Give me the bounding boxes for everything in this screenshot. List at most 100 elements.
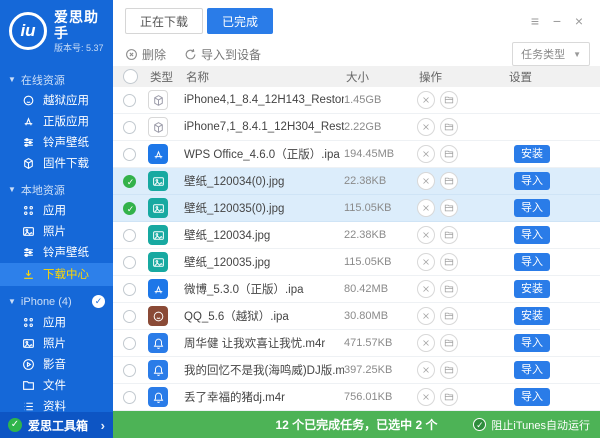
row-checkbox[interactable] xyxy=(123,229,136,242)
table-row[interactable]: 壁纸_120034(0).jpg 22.38KB 导入 xyxy=(113,168,600,195)
import-button[interactable]: 导入 xyxy=(514,388,550,406)
minimize-icon[interactable]: − xyxy=(546,11,568,31)
install-button[interactable]: 安装 xyxy=(514,145,550,163)
sidebar-item-device-media[interactable]: 影音 xyxy=(0,354,113,375)
import-button[interactable]: 导入 xyxy=(514,361,550,379)
import-button[interactable]: 导入 xyxy=(514,226,550,244)
delete-task-button[interactable] xyxy=(417,334,435,352)
open-folder-button[interactable] xyxy=(440,388,458,406)
file-name: 我的回忆不是我(海鸣威)DJ版.m4r xyxy=(184,362,344,378)
open-folder-button[interactable] xyxy=(440,199,458,217)
tab-completed[interactable]: 已完成 xyxy=(207,8,273,34)
open-folder-button[interactable] xyxy=(440,226,458,244)
row-checkbox[interactable] xyxy=(123,364,136,377)
table-row[interactable]: iPhone4,1_8.4_12H143_Restore.ipsw 1.45GB xyxy=(113,87,600,114)
task-type-dropdown[interactable]: 任务类型 ▼ xyxy=(512,42,590,66)
import-button[interactable]: 导入 xyxy=(514,172,550,190)
file-size: 2.22GB xyxy=(344,121,417,133)
table-row[interactable]: QQ_5.6（越狱）.ipa 30.80MB 安装 xyxy=(113,303,600,330)
table-row[interactable]: 周华健 让我欢喜让我忧.m4r 471.57KB 导入 xyxy=(113,330,600,357)
install-button[interactable]: 安装 xyxy=(514,307,550,325)
app-title: 爱思助手 xyxy=(54,9,105,41)
image-file-icon xyxy=(148,225,168,245)
open-folder-button[interactable] xyxy=(440,172,458,190)
sidebar-item-device-apps[interactable]: 应用 xyxy=(0,312,113,333)
row-checkbox[interactable] xyxy=(123,310,136,323)
import-button[interactable]: 导入 xyxy=(514,199,550,217)
delete-task-button[interactable] xyxy=(417,199,435,217)
row-checkbox[interactable] xyxy=(123,94,136,107)
sidebar-item-jailbreak-apps[interactable]: 越狱应用 xyxy=(0,90,113,111)
delete-button[interactable]: 删除 xyxy=(125,46,166,63)
row-checkbox[interactable] xyxy=(123,148,136,161)
sidebar-item-genuine-apps[interactable]: 正版应用 xyxy=(0,111,113,132)
row-checkbox[interactable] xyxy=(123,256,136,269)
bell-file-icon xyxy=(148,360,168,380)
status-bar: 12 个已完成任务，已选中 2 个 ✓ 阻止iTunes自动运行 xyxy=(113,411,600,438)
open-folder-button[interactable] xyxy=(440,361,458,379)
sidebar-section-header[interactable]: ▼ 在线资源 ✓ xyxy=(0,70,113,90)
sidebar-section-header[interactable]: ▼ iPhone (4) ✓ xyxy=(0,292,113,312)
header-operation: 操作 xyxy=(419,69,509,85)
install-button[interactable]: 安装 xyxy=(514,280,550,298)
delete-task-button[interactable] xyxy=(417,226,435,244)
sidebar-item-local-photos[interactable]: 照片 xyxy=(0,221,113,242)
table-row[interactable]: 我的回忆不是我(海鸣威)DJ版.m4r 397.25KB 导入 xyxy=(113,357,600,384)
block-itunes-toggle[interactable]: ✓ 阻止iTunes自动运行 xyxy=(473,417,600,433)
sidebar-item-device-files[interactable]: 文件 xyxy=(0,375,113,396)
file-name: 丢了幸福的猪dj.m4r xyxy=(184,389,344,405)
table-row[interactable]: 壁纸_120035.jpg 115.05KB 导入 xyxy=(113,249,600,276)
table-row[interactable]: WPS Office_4.6.0（正版）.ipa 194.45MB 安装 xyxy=(113,141,600,168)
open-folder-button[interactable] xyxy=(440,307,458,325)
table-row[interactable]: iPhone7,1_8.4.1_12H304_Restore.ipsw 2.22… xyxy=(113,114,600,141)
table-row[interactable]: 丢了幸福的猪dj.m4r 756.01KB 导入 xyxy=(113,384,600,411)
open-folder-button[interactable] xyxy=(440,280,458,298)
delete-task-button[interactable] xyxy=(417,172,435,190)
delete-task-button[interactable] xyxy=(417,145,435,163)
row-checkbox[interactable] xyxy=(123,283,136,296)
import-button[interactable]: 导入 xyxy=(514,334,550,352)
menu-icon[interactable]: ≡ xyxy=(524,11,546,31)
open-folder-button[interactable] xyxy=(440,253,458,271)
delete-task-button[interactable] xyxy=(417,91,435,109)
sidebar-item-ringtone-wallpaper[interactable]: 铃声壁纸 xyxy=(0,132,113,153)
delete-task-button[interactable] xyxy=(417,118,435,136)
delete-task-button[interactable] xyxy=(417,388,435,406)
delete-task-button[interactable] xyxy=(417,307,435,325)
open-folder-button[interactable] xyxy=(440,334,458,352)
table-row[interactable]: 壁纸_120035(0).jpg 115.05KB 导入 xyxy=(113,195,600,222)
sidebar-section-header[interactable]: ▼ 本地资源 ✓ xyxy=(0,180,113,200)
sidebar-item-device-data[interactable]: 资料 xyxy=(0,396,113,412)
select-all-checkbox[interactable] xyxy=(123,69,138,84)
open-folder-button[interactable] xyxy=(440,145,458,163)
tab-downloading[interactable]: 正在下载 xyxy=(125,8,203,34)
sidebar-item-device-photos[interactable]: 照片 xyxy=(0,333,113,354)
face-icon xyxy=(21,93,35,107)
open-folder-button[interactable] xyxy=(440,118,458,136)
row-checkbox[interactable] xyxy=(123,337,136,350)
file-size: 756.01KB xyxy=(344,391,417,403)
import-label: 导入到设备 xyxy=(201,46,261,63)
sidebar-item-download-center[interactable]: 下载中心 xyxy=(0,263,113,286)
delete-task-button[interactable] xyxy=(417,280,435,298)
row-checkbox[interactable] xyxy=(123,121,136,134)
delete-task-button[interactable] xyxy=(417,253,435,271)
file-name: WPS Office_4.6.0（正版）.ipa xyxy=(184,146,344,162)
row-checkbox[interactable] xyxy=(123,391,136,404)
sidebar-item-local-apps[interactable]: 应用 xyxy=(0,200,113,221)
astore-icon xyxy=(21,114,35,128)
sidebar-item-toolbox[interactable]: ✓ 爱思工具箱 › xyxy=(0,412,113,438)
delete-task-button[interactable] xyxy=(417,361,435,379)
sliders-icon xyxy=(21,135,35,149)
import-button[interactable]: 导入 xyxy=(514,253,550,271)
sidebar-item-local-ringtone-wallpaper[interactable]: 铃声壁纸 xyxy=(0,242,113,263)
toolbox-label: 爱思工具箱 xyxy=(28,417,88,434)
import-to-device-button[interactable]: 导入到设备 xyxy=(184,46,261,63)
close-icon[interactable]: × xyxy=(568,11,590,31)
table-row[interactable]: 壁纸_120034.jpg 22.38KB 导入 xyxy=(113,222,600,249)
open-folder-button[interactable] xyxy=(440,91,458,109)
table-row[interactable]: 微博_5.3.0（正版）.ipa 80.42MB 安装 xyxy=(113,276,600,303)
sidebar-item-firmware-download[interactable]: 固件下载 xyxy=(0,153,113,174)
row-checkbox[interactable] xyxy=(123,175,136,188)
row-checkbox[interactable] xyxy=(123,202,136,215)
